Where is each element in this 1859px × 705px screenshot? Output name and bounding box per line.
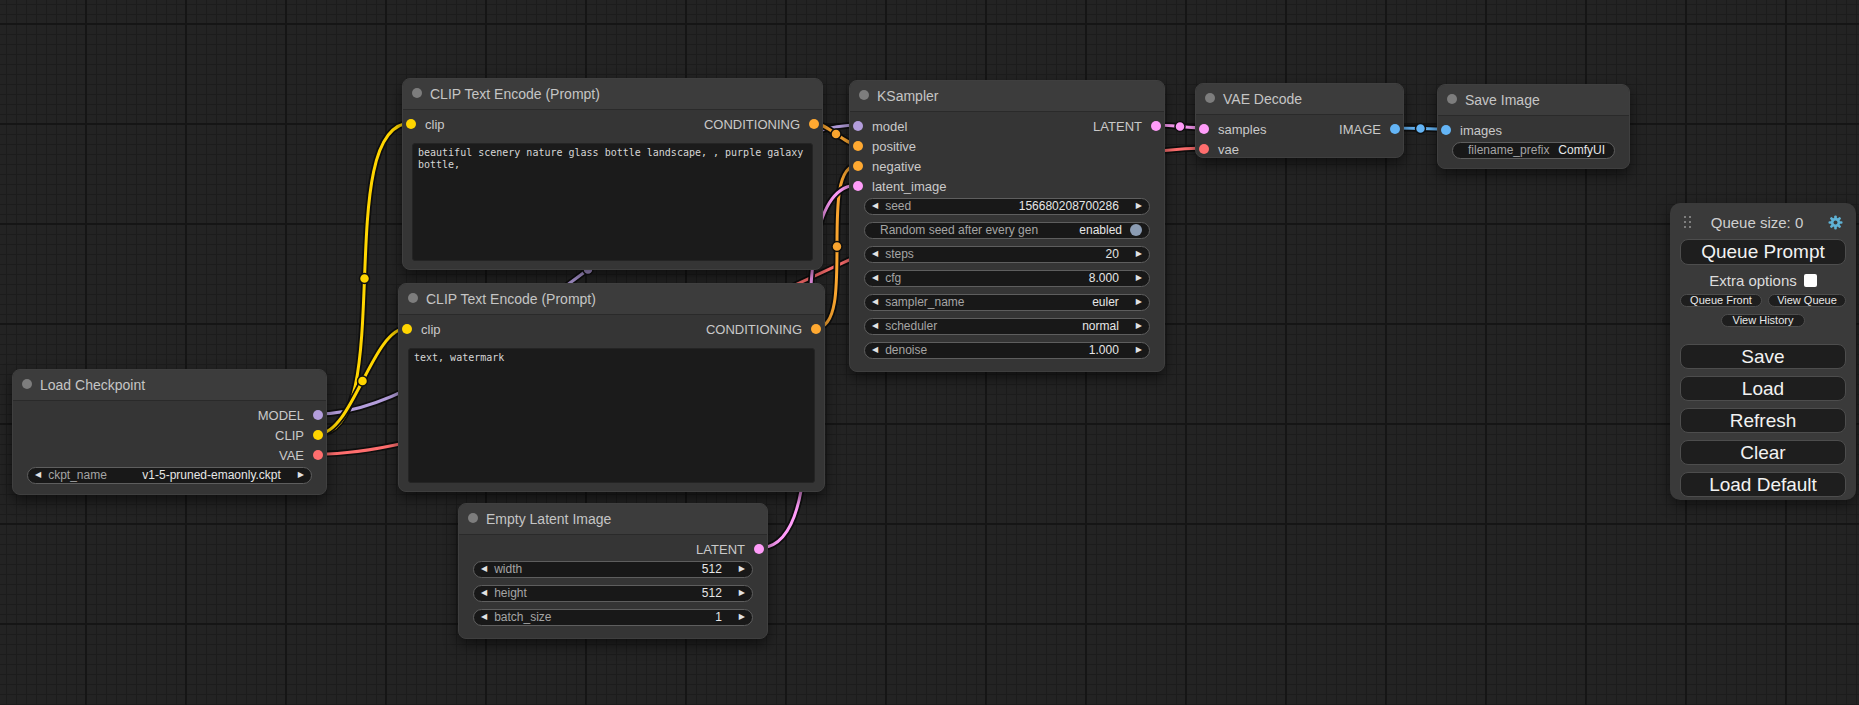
settings-gear-icon[interactable] (1828, 215, 1843, 230)
link-midpoint-dot (831, 129, 841, 139)
queue-front-button[interactable]: Queue Front (1680, 294, 1762, 307)
link-midpoint-dot (832, 242, 842, 252)
clear-button[interactable]: Clear (1680, 440, 1846, 465)
comfy-menu: Queue size: 0 Queue Prompt Extra options… (1670, 203, 1856, 500)
link-wires (0, 0, 1859, 705)
history-pill-row: View History (1680, 314, 1846, 327)
load-default-button[interactable]: Load Default (1680, 472, 1846, 497)
extra-options-row: Extra options (1680, 272, 1846, 288)
extra-options-label: Extra options (1709, 272, 1797, 289)
link-midpoint-dot (756, 296, 766, 306)
save-button[interactable]: Save (1680, 344, 1846, 369)
view-history-button[interactable]: View History (1721, 314, 1805, 327)
link-midpoint-dot (804, 362, 814, 372)
link-midpoint-dot (1175, 122, 1185, 132)
refresh-button[interactable]: Refresh (1680, 408, 1846, 433)
view-queue-button[interactable]: View Queue (1768, 294, 1846, 307)
menu-header: Queue size: 0 (1680, 205, 1846, 239)
load-button[interactable]: Load (1680, 376, 1846, 401)
queue-size-label: Queue size: 0 (1686, 214, 1828, 231)
queue-prompt-button[interactable]: Queue Prompt (1680, 239, 1846, 265)
queue-pill-row: Queue Front View Queue (1680, 294, 1846, 307)
extra-options-checkbox[interactable] (1804, 274, 1817, 287)
link-midpoint-dot (583, 265, 593, 275)
link-midpoint-dot (360, 274, 370, 284)
link-midpoint-dot (358, 376, 368, 386)
link-midpoint-dot (1416, 124, 1426, 134)
